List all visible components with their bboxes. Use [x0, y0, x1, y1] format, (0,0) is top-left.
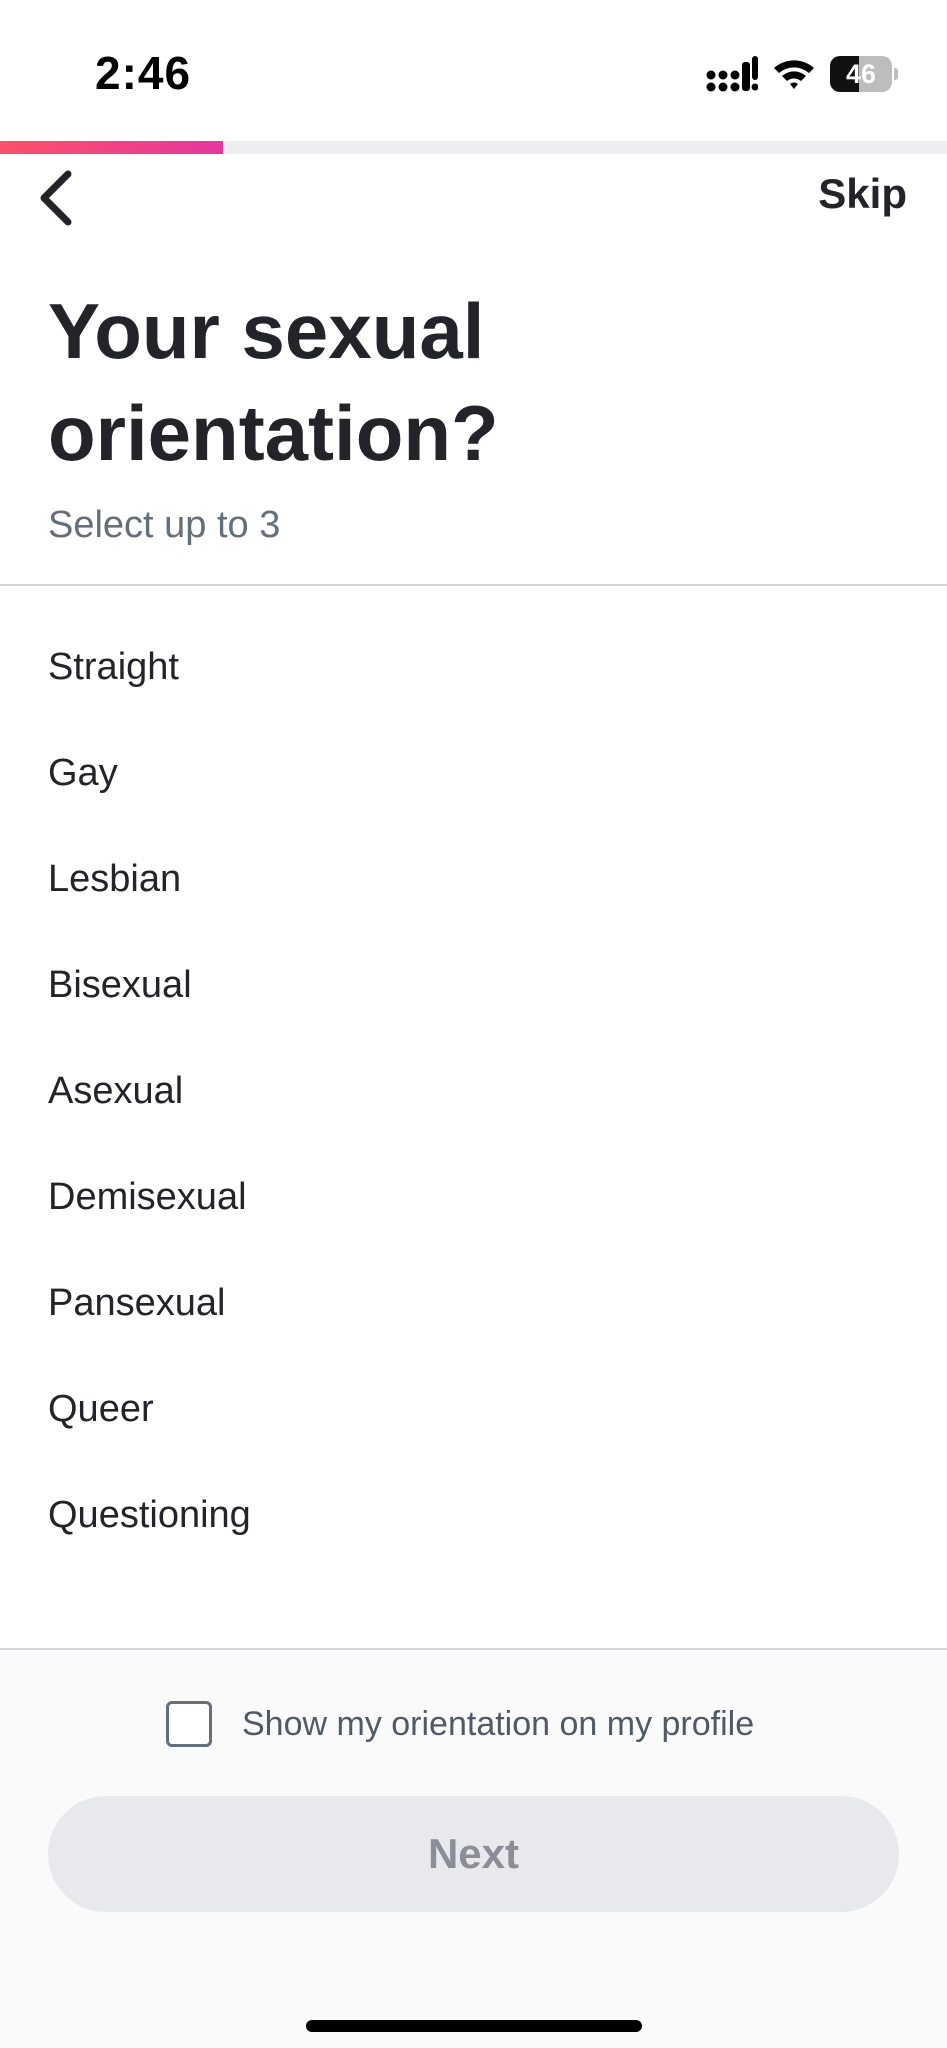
option-asexual[interactable]: Asexual — [0, 1038, 947, 1144]
option-pansexual[interactable]: Pansexual — [0, 1250, 947, 1356]
show-orientation-label: Show my orientation on my profile — [242, 1704, 755, 1743]
orientation-screen: 2:46 46 Skip Your sexual orientation? Se… — [0, 0, 947, 2048]
status-time: 2:46 — [95, 47, 192, 99]
option-lesbian[interactable]: Lesbian — [0, 826, 947, 932]
show-orientation-toggle[interactable]: Show my orientation on my profile — [166, 1700, 754, 1748]
divider — [0, 584, 947, 586]
orientation-options-list: Straight Gay Lesbian Bisexual Asexual De… — [0, 614, 947, 1568]
option-demisexual[interactable]: Demisexual — [0, 1144, 947, 1250]
status-bar: 2:46 46 — [0, 0, 947, 140]
option-gay[interactable]: Gay — [0, 720, 947, 826]
onboarding-progress-fill — [0, 141, 224, 154]
page-subtitle: Select up to 3 — [48, 504, 281, 546]
option-bisexual[interactable]: Bisexual — [0, 932, 947, 1038]
option-questioning[interactable]: Questioning — [0, 1462, 947, 1568]
battery-icon: 46 — [830, 56, 898, 92]
option-queer[interactable]: Queer — [0, 1356, 947, 1462]
battery-level: 46 — [845, 59, 877, 89]
show-orientation-checkbox[interactable] — [166, 1701, 212, 1747]
onboarding-progress-bar — [0, 141, 947, 154]
cellular-signal-icon — [706, 56, 758, 92]
skip-button[interactable]: Skip — [818, 170, 907, 218]
home-indicator — [306, 2020, 642, 2032]
chevron-left-icon — [40, 170, 72, 226]
wifi-icon — [774, 60, 814, 89]
back-button[interactable] — [30, 166, 86, 230]
page-title: Your sexual orientation? — [48, 287, 499, 477]
option-straight[interactable]: Straight — [0, 614, 947, 720]
next-button[interactable]: Next — [48, 1796, 899, 1912]
